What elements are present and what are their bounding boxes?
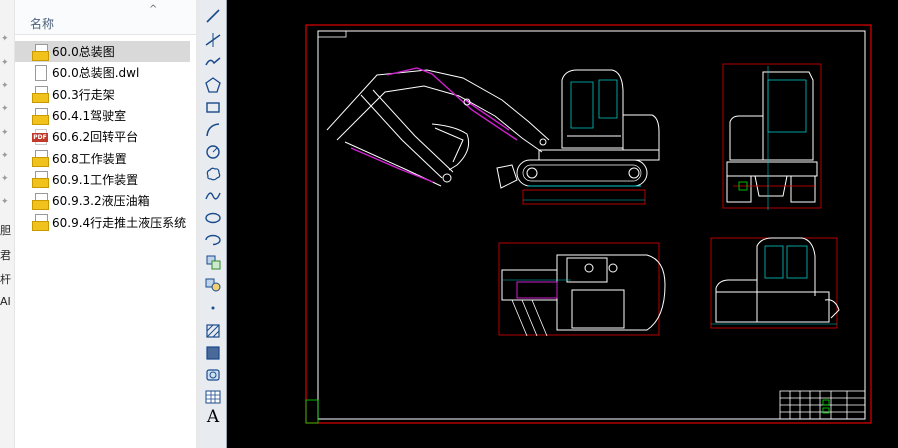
- excavator-top-view: [498, 242, 666, 337]
- file-item[interactable]: PDF 60.6.2回转平台: [15, 126, 196, 147]
- file-name: 60.0总装图.dwl: [52, 66, 140, 81]
- file-item[interactable]: 60.4.1驾驶室: [15, 105, 196, 126]
- insert-block-tool[interactable]: [202, 252, 224, 272]
- insert-block-icon: [206, 255, 221, 270]
- draw-toolbar: A: [200, 0, 227, 448]
- hatch-icon: [206, 324, 220, 338]
- file-list: 60.0总装图 60.0总装图.dwl 60.3行走架 60.4.1驾驶室 PDF 60.…: [15, 41, 196, 233]
- dwg-file-icon: [32, 171, 49, 189]
- ellipse-tool[interactable]: [202, 208, 224, 228]
- polygon-icon: [205, 77, 221, 93]
- ellipse-arc-tool[interactable]: [202, 230, 224, 250]
- file-item[interactable]: 60.0总装图.dwl: [15, 62, 196, 83]
- nav-fragment[interactable]: 胆: [0, 222, 11, 238]
- nav-pane-edge: ✦ ✦ ✦ ✦ ✦ ✦ ✦ ✦ 胆 君 杆 AI: [0, 0, 15, 448]
- revcloud-icon: [206, 167, 221, 181]
- pdf-file-icon: PDF: [32, 128, 48, 145]
- excavator-rear-view: [710, 237, 840, 329]
- file-item[interactable]: 60.9.1工作装置: [15, 169, 196, 190]
- make-block-tool[interactable]: [202, 274, 224, 294]
- ellipse-icon: [205, 212, 221, 224]
- column-header-label: 名称: [30, 17, 55, 31]
- file-item[interactable]: 60.0总装图: [15, 41, 190, 63]
- sort-caret-icon[interactable]: ^: [149, 4, 157, 15]
- pin-icon[interactable]: ✦: [1, 104, 9, 114]
- nav-fragment[interactable]: AI: [0, 295, 11, 308]
- arc-tool[interactable]: [202, 120, 224, 140]
- arc-icon: [206, 123, 220, 137]
- gradient-icon: [206, 346, 220, 360]
- file-name: 60.4.1驾驶室: [52, 109, 127, 124]
- excavator-front-view: [722, 63, 822, 210]
- file-name: 60.9.1工作装置: [52, 172, 139, 187]
- polygon-tool[interactable]: [202, 75, 224, 95]
- point-icon: [211, 306, 215, 310]
- file-item[interactable]: 60.3行走架: [15, 84, 196, 105]
- revcloud-tool[interactable]: [202, 164, 224, 184]
- file-item[interactable]: 60.9.4行走推土液压系统: [15, 211, 196, 232]
- dwl-file-icon: [32, 64, 48, 81]
- sheet-border: [305, 24, 872, 424]
- circle-icon: [206, 145, 220, 159]
- nav-fragment[interactable]: 君: [0, 247, 11, 263]
- dwg-file-icon: [32, 86, 49, 104]
- pin-icon[interactable]: ✦: [1, 81, 9, 91]
- file-name: 60.3行走架: [52, 87, 115, 102]
- rectangle-tool[interactable]: [202, 97, 224, 117]
- spline-icon: [205, 192, 221, 200]
- rectangle-icon: [206, 102, 220, 113]
- dwg-file-icon: [32, 214, 49, 232]
- mtext-tool[interactable]: A: [202, 407, 224, 427]
- pin-icon[interactable]: ✦: [1, 34, 9, 44]
- ellipse-arc-icon: [205, 234, 221, 246]
- dwg-file-icon: [32, 43, 49, 61]
- title-block: [779, 390, 866, 420]
- file-name: 60.9.3.2液压油箱: [52, 194, 150, 209]
- point-tool[interactable]: [202, 298, 224, 318]
- file-name: 60.8工作装置: [52, 151, 127, 166]
- pin-icon[interactable]: ✦: [1, 197, 9, 207]
- file-name: 60.9.4行走推土液压系统: [52, 215, 187, 230]
- pin-icon[interactable]: ✦: [1, 128, 9, 138]
- table-tool[interactable]: [202, 387, 224, 407]
- excavator-side-view: [326, 67, 660, 205]
- column-header-name[interactable]: ^ 名称: [15, 0, 196, 35]
- region-icon: [206, 369, 220, 381]
- polyline-icon: [205, 57, 221, 66]
- xline-tool[interactable]: [202, 30, 224, 50]
- pin-icon[interactable]: ✦: [1, 174, 9, 184]
- region-tool[interactable]: [202, 365, 224, 385]
- file-item[interactable]: 60.8工作装置: [15, 147, 196, 168]
- make-block-icon: [205, 278, 221, 292]
- dwg-file-icon: [32, 192, 49, 210]
- dwg-file-icon: [32, 107, 49, 125]
- dwg-file-icon: [32, 150, 49, 168]
- spline-tool[interactable]: [202, 186, 224, 206]
- xline-icon: [205, 33, 221, 47]
- circle-tool[interactable]: [202, 142, 224, 162]
- hatch-tool[interactable]: [202, 321, 224, 341]
- file-explorer: ^ 名称 60.0总装图 60.0总装图.dwl 60.3行走架 60.4.1驾驶室 P…: [15, 0, 196, 448]
- table-icon: [205, 390, 221, 404]
- line-tool[interactable]: [202, 6, 224, 26]
- gradient-tool[interactable]: [202, 343, 224, 363]
- drawing-canvas[interactable]: [227, 0, 898, 448]
- file-name: 60.0总装图: [52, 45, 115, 60]
- cad-drawing: [305, 24, 872, 424]
- mtext-icon: A: [206, 407, 220, 427]
- line-icon: [206, 9, 220, 23]
- pin-icon[interactable]: ✦: [1, 58, 9, 68]
- file-name: 60.6.2回转平台: [52, 130, 139, 145]
- polyline-tool[interactable]: [202, 52, 224, 72]
- pin-icon[interactable]: ✦: [1, 151, 9, 161]
- nav-fragment[interactable]: 杆: [0, 271, 11, 287]
- file-item[interactable]: 60.9.3.2液压油箱: [15, 190, 196, 211]
